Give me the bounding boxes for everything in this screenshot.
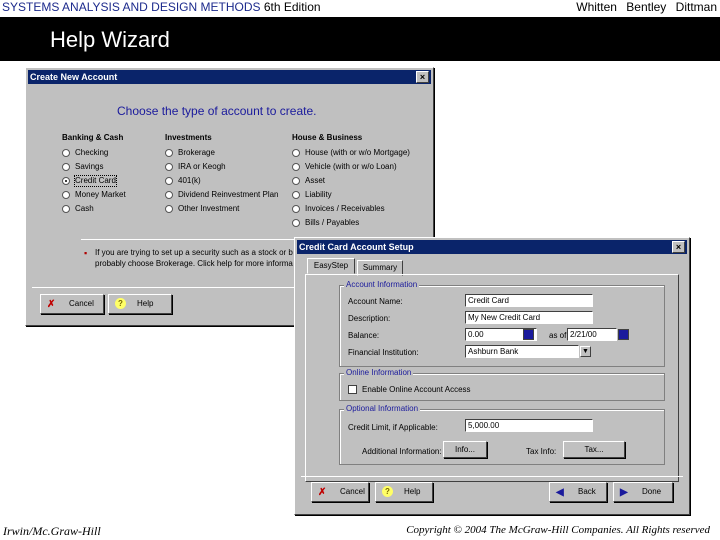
help-button-label: Help: [137, 299, 154, 308]
group-heading-investments: Investments: [165, 133, 212, 142]
close-icon[interactable]: ×: [416, 71, 429, 83]
note-line-2: probably choose Brokerage. Click help fo…: [95, 259, 293, 268]
divider: [301, 476, 683, 477]
account-name-field[interactable]: Credit Card: [465, 294, 593, 307]
header-authors: Whitten Bentley Dittman: [570, 0, 717, 14]
help-icon: ?: [382, 486, 393, 497]
radio-savings[interactable]: [62, 163, 70, 171]
footer-publisher: Irwin/Mc.Graw-Hill: [3, 524, 101, 538]
cancel-x-icon: ✗: [47, 299, 56, 310]
group-heading-house: House & Business: [292, 133, 363, 142]
footer-copyright: Copyright © 2004 The McGraw-Hill Compani…: [406, 524, 710, 536]
done-button-label: Done: [642, 487, 662, 496]
cancel-button[interactable]: ✗ Cancel: [311, 482, 369, 502]
option-label-credit-card: Credit Card: [74, 175, 117, 187]
radio-liability[interactable]: [292, 191, 300, 199]
radio-vehicle[interactable]: [292, 163, 300, 171]
note-line-1: If you are trying to set up a security s…: [95, 248, 293, 257]
tax-info-label: Tax Info:: [526, 447, 557, 456]
radio-ira[interactable]: [165, 163, 173, 171]
option-label-savings: Savings: [75, 162, 104, 171]
radio-checking[interactable]: [62, 149, 70, 157]
calculator-icon[interactable]: [523, 329, 534, 340]
help-button[interactable]: ? Help: [108, 294, 172, 314]
option-label-money-market: Money Market: [75, 190, 126, 199]
online-info-legend: Online Information: [344, 368, 414, 378]
back-button[interactable]: ◀ Back: [549, 482, 607, 502]
help-icon: ?: [115, 298, 126, 309]
cancel-button-label: Cancel: [340, 487, 365, 496]
account-name-label: Account Name:: [348, 297, 403, 306]
slide-title: Help Wizard: [50, 27, 170, 52]
option-label-vehicle: Vehicle (with or w/o Loan): [305, 162, 397, 171]
radio-cash[interactable]: [62, 205, 70, 213]
online-access-checkbox[interactable]: [348, 385, 357, 394]
additional-info-label: Additional Information:: [362, 447, 442, 456]
back-button-label: Back: [578, 487, 596, 496]
forward-arrow-icon: ▶: [620, 487, 628, 498]
online-access-label: Enable Online Account Access: [362, 385, 471, 394]
radio-invoices[interactable]: [292, 205, 300, 213]
option-label-dividend: Dividend Reinvestment Plan: [178, 190, 279, 199]
institution-label: Financial Institution:: [348, 348, 419, 357]
as-of-date-field[interactable]: 2/21/00: [567, 328, 617, 341]
account-type-prompt: Choose the type of account to create.: [117, 104, 317, 118]
tab-easystep[interactable]: EasyStep: [307, 258, 355, 274]
credit-card-setup-dialog: Credit Card Account Setup × EasyStep Sum…: [294, 237, 690, 515]
help-button[interactable]: ? Help: [375, 482, 433, 502]
as-of-label: as of: [549, 331, 567, 340]
radio-house[interactable]: [292, 149, 300, 157]
description-field[interactable]: My New Credit Card: [465, 311, 593, 324]
radio-brokerage[interactable]: [165, 149, 173, 157]
chevron-down-icon[interactable]: ▼: [580, 346, 591, 357]
institution-select[interactable]: Ashburn Bank: [465, 345, 579, 358]
balance-label: Balance:: [348, 331, 380, 340]
optional-info-legend: Optional Information: [344, 404, 421, 414]
credit-limit-label: Credit Limit, if Applicable:: [348, 423, 438, 432]
setup-dialog-title-bar: Credit Card Account Setup ×: [297, 240, 687, 254]
cancel-button[interactable]: ✗ Cancel: [40, 294, 104, 314]
radio-bills[interactable]: [292, 219, 300, 227]
create-dialog-title-bar: Create New Account ×: [28, 70, 431, 84]
author-1: Whitten: [576, 0, 617, 14]
author-3: Dittman: [675, 0, 717, 14]
option-label-asset: Asset: [305, 176, 326, 185]
setup-dialog-title: Credit Card Account Setup: [299, 242, 414, 252]
cancel-button-label: Cancel: [69, 299, 94, 308]
help-button-label: Help: [404, 487, 421, 496]
option-label-other-investment: Other Investment: [178, 204, 240, 213]
close-icon[interactable]: ×: [672, 241, 685, 253]
author-2: Bentley: [626, 0, 667, 14]
radio-credit-card[interactable]: [62, 177, 70, 185]
bullet-icon: ▪: [84, 248, 88, 258]
option-label-house: House (with or w/o Mortgage): [305, 148, 410, 157]
option-label-ira: IRA or Keogh: [178, 162, 226, 171]
account-info-legend: Account Information: [344, 280, 420, 290]
radio-dividend[interactable]: [165, 191, 173, 199]
radio-money-market[interactable]: [62, 191, 70, 199]
option-label-cash: Cash: [75, 204, 94, 213]
edition-label: 6th Edition: [263, 0, 321, 14]
info-button[interactable]: Info...: [443, 441, 487, 458]
description-label: Description:: [348, 314, 391, 323]
option-label-checking: Checking: [75, 148, 109, 157]
option-label-brokerage: Brokerage: [178, 148, 215, 157]
group-heading-banking: Banking & Cash: [62, 133, 124, 142]
credit-limit-field[interactable]: 5,000.00: [465, 419, 593, 432]
course-title: SYSTEMS ANALYSIS AND DESIGN METHODS: [2, 0, 261, 14]
cancel-x-icon: ✗: [318, 487, 327, 498]
create-dialog-title: Create New Account: [30, 72, 118, 82]
header-course-title: SYSTEMS ANALYSIS AND DESIGN METHODS 6th …: [2, 0, 321, 14]
option-label-bills: Bills / Payables: [305, 218, 360, 227]
option-label-401k: 401(k): [178, 176, 201, 185]
tax-button[interactable]: Tax...: [563, 441, 625, 458]
calendar-icon[interactable]: [618, 329, 629, 340]
option-label-invoices: Invoices / Receivables: [305, 204, 385, 213]
option-label-liability: Liability: [305, 190, 332, 199]
radio-other-investment[interactable]: [165, 205, 173, 213]
radio-401k[interactable]: [165, 177, 173, 185]
done-button[interactable]: ▶ Done: [613, 482, 673, 502]
back-arrow-icon: ◀: [556, 487, 564, 498]
radio-asset[interactable]: [292, 177, 300, 185]
